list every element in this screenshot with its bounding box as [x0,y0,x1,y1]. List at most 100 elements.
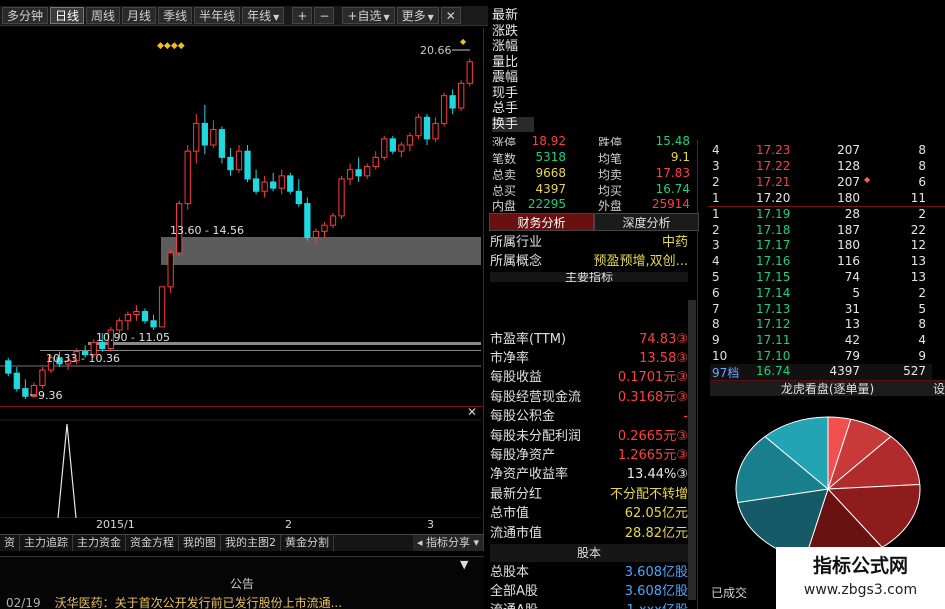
candle-body [415,116,422,137]
diamond-icon: ◆ [460,37,467,46]
period-button-day[interactable]: 日线 [50,7,85,24]
tab-my-main-chart-2[interactable]: 我的主图2 [221,535,281,551]
period-button-multi-min[interactable]: 多分钟 [2,7,49,24]
period-button-year[interactable]: 年线 ▼ [242,7,285,24]
menu-turnover[interactable]: 换手 [492,117,534,132]
diamond-icon: ◆◆◆◆ [157,41,185,51]
tab-zi[interactable]: 资 [0,535,20,551]
ask-row[interactable]: 4 17.23 207 8 [710,143,932,159]
stat-value: 22295 [527,197,566,211]
menu-amplitude[interactable]: 震幅 [492,70,518,85]
candle-body [193,122,200,152]
ask-volume: 128 [837,159,860,173]
zoom-in-button[interactable]: + [292,7,313,24]
candle-body [252,178,260,192]
close-chart-button[interactable]: ✕ [440,7,461,24]
ask-row[interactable]: 2 17.21 207 ◆ 6 [710,175,932,191]
equity-value: 3.608亿股 [624,565,688,580]
stat-value: 16.74 [655,182,690,196]
ask-row[interactable]: 1 17.20 180 11 [710,191,932,207]
add-watchlist-button[interactable]: +自选 ▼ [342,7,395,24]
tab-main-funds[interactable]: 主力资金 [73,535,126,551]
price-mark-zone-upper: 13.60 - 14.56 [170,224,244,237]
bid-row[interactable]: 4 17.16 116 13 [710,254,932,270]
metric-value: 13.58③ [639,351,688,366]
x-axis-label: 2015/1 [96,518,135,531]
menu-change[interactable]: 涨跌 [492,24,518,39]
menu-latest[interactable]: 最新 [492,8,518,23]
candle-body [124,314,132,322]
metrics-scrollbar[interactable] [688,300,696,600]
section-equity: 股本 [490,544,688,562]
order-pie-chart [735,416,921,562]
bid-row[interactable]: 6 17.14 5 2 [710,286,932,302]
bid-row[interactable]: 3 17.17 180 12 [710,238,932,254]
tab-main-tracking[interactable]: 主力追踪 [20,535,73,551]
bid-total-label: 97档 [712,366,740,380]
tab-financial-analysis[interactable]: 财务分析 [489,213,594,231]
candle-body [321,224,328,232]
ask-row[interactable]: 3 17.22 128 8 [710,159,932,175]
bid-volume: 180 [837,238,860,252]
bid-count: 4 [918,333,926,347]
bid-price: 17.17 [756,238,791,252]
bid-volume: 28 [844,207,860,221]
period-button-week[interactable]: 周线 [86,7,121,24]
period-button-quarter[interactable]: 季线 [158,7,193,24]
zoom-out-button[interactable]: − [314,7,335,24]
close-icon[interactable]: ✕ [467,405,477,419]
price-mark-zone-low: 10.33 - 10.36 [46,352,120,365]
ask-price: 17.21 [756,175,791,189]
bid-row[interactable]: 5 17.15 74 13 [710,270,932,286]
menu-change-pct[interactable]: 涨幅 [492,39,518,54]
bid-count: 5 [918,302,926,316]
ask-count: 8 [918,143,926,157]
chevron-left-icon: ◂ [416,536,423,549]
menu-volume-ratio[interactable]: 量比 [492,55,518,70]
bid-price: 17.12 [756,317,791,331]
profile-value[interactable]: 预盈预增,双创... [593,252,688,271]
more-button[interactable]: 更多 ▼ [396,7,439,24]
bid-row[interactable]: 7 17.13 31 5 [710,302,932,318]
tab-fund-equation[interactable]: 资金方程 [126,535,179,551]
bid-level: 7 [712,302,720,316]
bid-row[interactable]: 1 17.19 28 2 [710,207,932,223]
notice-item[interactable]: 02/19 沃华医药：关于首次公开发行前已发行股份上市流通... [6,594,342,609]
candle-body [244,150,251,180]
pie-settings-tab[interactable]: 设 [933,380,945,397]
bid-row[interactable]: 9 17.11 42 4 [710,333,932,349]
tab-golden-section[interactable]: 黄金分割 [281,535,334,551]
collapse-icon[interactable]: ▼ [460,558,468,571]
profile-value[interactable]: 中药 [662,233,688,252]
metric-label: 每股净资产 [490,448,556,463]
metric-value: - [683,409,688,424]
period-button-halfyear[interactable]: 半年线 [194,7,241,24]
equity-a-share: 全部A股 3.608亿股 [490,582,688,601]
period-button-month[interactable]: 月线 [122,7,157,24]
kline-chart[interactable]: ◆◆◆◆ ◆ 20.66 13.60 - 14.56 10.90 - 11.05… [0,28,482,408]
chevron-down-icon: ▾ [473,536,479,549]
bid-row[interactable]: 8 17.12 13 8 [710,317,932,333]
menu-current-lot[interactable]: 现手 [492,86,518,101]
indicator-chart[interactable] [0,418,482,518]
indicator-share-button[interactable]: ◂ 指标分享 ▾ [412,535,484,551]
bid-total-row[interactable]: 97档 16.74 4397 527 [710,364,932,380]
price-mark-high: 20.66 [420,44,452,57]
metric-value: 0.3168元③ [617,390,688,405]
bid-row[interactable]: 2 17.18 187 22 [710,223,932,239]
ask-volume: 180 [837,191,860,205]
metric-dividend: 最新分红 不分配不转增 [490,485,688,504]
menu-total-lot[interactable]: 总手 [492,101,518,116]
done-label: 已成交 [711,586,748,600]
equity-label: 全部A股 [490,584,538,599]
section-main-indicators: 主要指标 [490,272,688,282]
bid-row[interactable]: 10 17.10 79 9 [710,349,932,365]
ask-count: 11 [910,191,926,205]
chevron-down-icon: ▼ [383,13,390,22]
tab-deep-analysis[interactable]: 深度分析 [594,213,699,231]
candle-body [227,156,234,171]
candle-body [116,320,123,331]
equity-total: 总股本 3.608亿股 [490,563,688,582]
tab-my-chart[interactable]: 我的图 [179,535,221,551]
ask-volume: 207 [837,143,860,157]
